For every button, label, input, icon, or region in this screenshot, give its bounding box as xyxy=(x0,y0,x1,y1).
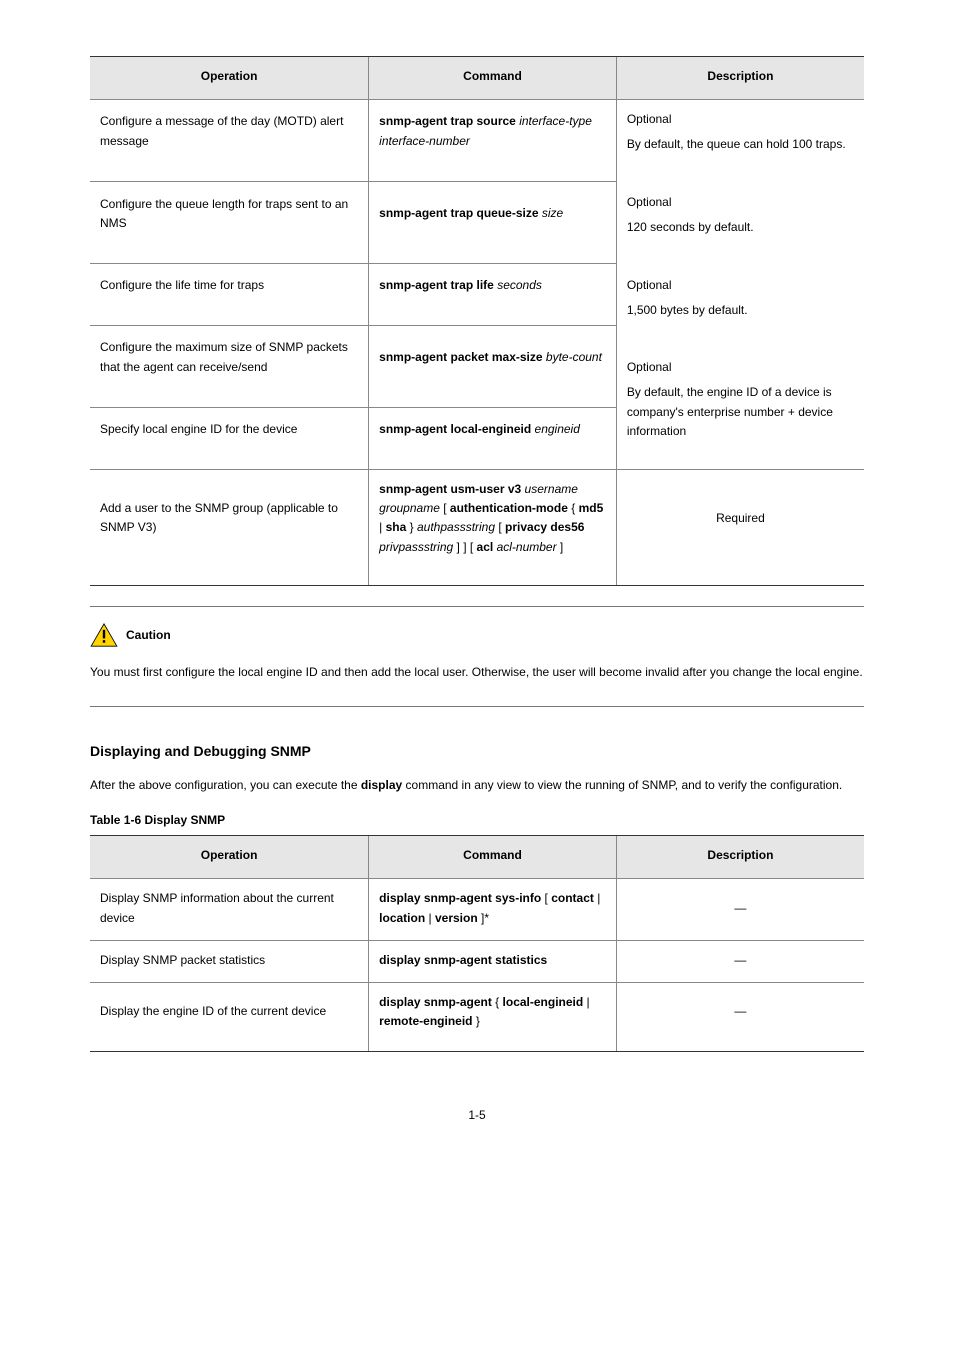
caution-icon xyxy=(90,623,118,647)
display-table: Operation Command Description Display SN… xyxy=(90,835,864,1052)
table-row: Display SNMP packet statistics display s… xyxy=(90,940,864,982)
table-row: Add a user to the SNMP group (applicable… xyxy=(90,470,864,586)
section-paragraph: After the above configuration, you can e… xyxy=(90,775,864,795)
caution-text: You must first configure the local engin… xyxy=(90,663,864,682)
section-title: Displaying and Debugging SNMP xyxy=(90,743,864,759)
table-row: Configure a message of the day (MOTD) al… xyxy=(90,100,864,182)
th-command: Command xyxy=(369,57,617,100)
caution-note: Caution You must first configure the loc… xyxy=(90,606,864,707)
page: Operation Command Description Configure … xyxy=(0,0,954,1350)
caution-title: Caution xyxy=(126,628,171,642)
th-command: Command xyxy=(369,836,617,879)
page-number: 1-5 xyxy=(90,1108,864,1122)
th-operation: Operation xyxy=(90,836,369,879)
th-operation: Operation xyxy=(90,57,369,100)
th-description: Description xyxy=(616,57,864,100)
config-table: Operation Command Description Configure … xyxy=(90,56,864,586)
table-row: Display the engine ID of the current dev… xyxy=(90,982,864,1051)
table-row: Display SNMP information about the curre… xyxy=(90,879,864,940)
th-description: Description xyxy=(616,836,864,879)
table-caption: Table 1-6 Display SNMP xyxy=(90,813,864,827)
